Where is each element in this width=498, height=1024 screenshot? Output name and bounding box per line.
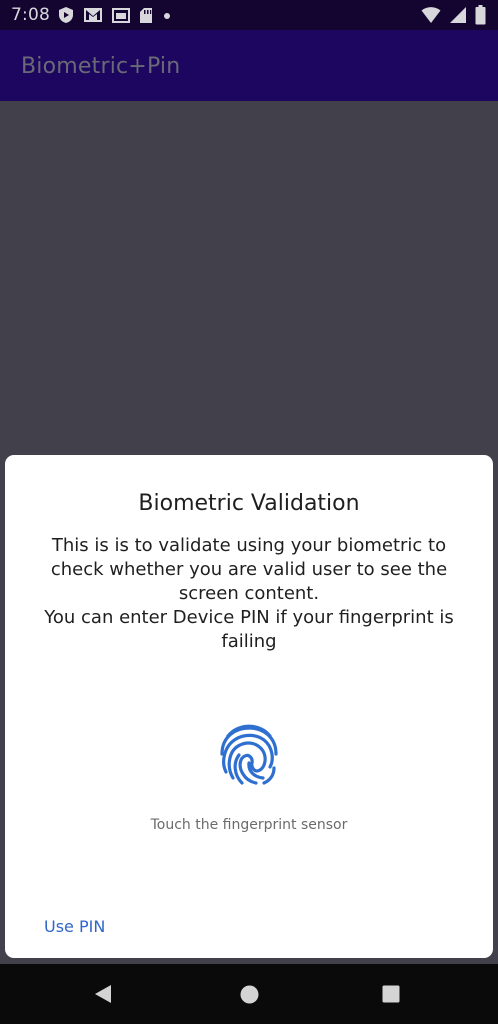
wifi-icon — [421, 6, 441, 24]
shield-play-icon — [58, 6, 74, 24]
dialog-description-line: screen content. — [178, 583, 320, 604]
gmail-icon — [83, 7, 103, 23]
dialog-description-line: This is is to validate using your biomet… — [51, 535, 447, 556]
status-bar: 7:08 — [0, 0, 498, 30]
back-icon[interactable] — [93, 984, 113, 1008]
dialog-description-line: You can enter Device PIN if your fingerp… — [44, 607, 454, 628]
app-bar: Biometric+Pin — [0, 30, 498, 101]
biometric-prompt-dialog: Biometric Validation This is is to valid… — [5, 455, 493, 958]
dialog-description-line: failing — [221, 631, 277, 652]
screen: 7:08 Biometric+Pin Biometric Validation … — [0, 0, 498, 1024]
dot-icon — [162, 7, 172, 23]
status-system-icons — [421, 5, 486, 25]
navigation-bar — [0, 964, 498, 1024]
app-title: Biometric+Pin — [21, 54, 181, 79]
signal-icon — [449, 6, 467, 24]
battery-icon — [475, 5, 486, 25]
home-icon[interactable] — [240, 985, 259, 1008]
status-time: 7:08 — [11, 5, 50, 25]
recents-icon[interactable] — [382, 985, 400, 1007]
fingerprint-hint: Touch the fingerprint sensor — [150, 817, 348, 833]
sim-card-icon — [112, 7, 130, 23]
use-pin-button[interactable]: Use PIN — [44, 917, 105, 936]
dialog-description-line: check whether you are valid user to see … — [50, 559, 448, 580]
dialog-description: This is is to validate using your biomet… — [35, 534, 463, 654]
status-notification-icons — [58, 6, 172, 24]
fingerprint-icon — [218, 720, 280, 788]
sd-card-icon — [139, 7, 153, 24]
dialog-title: Biometric Validation — [138, 491, 360, 516]
